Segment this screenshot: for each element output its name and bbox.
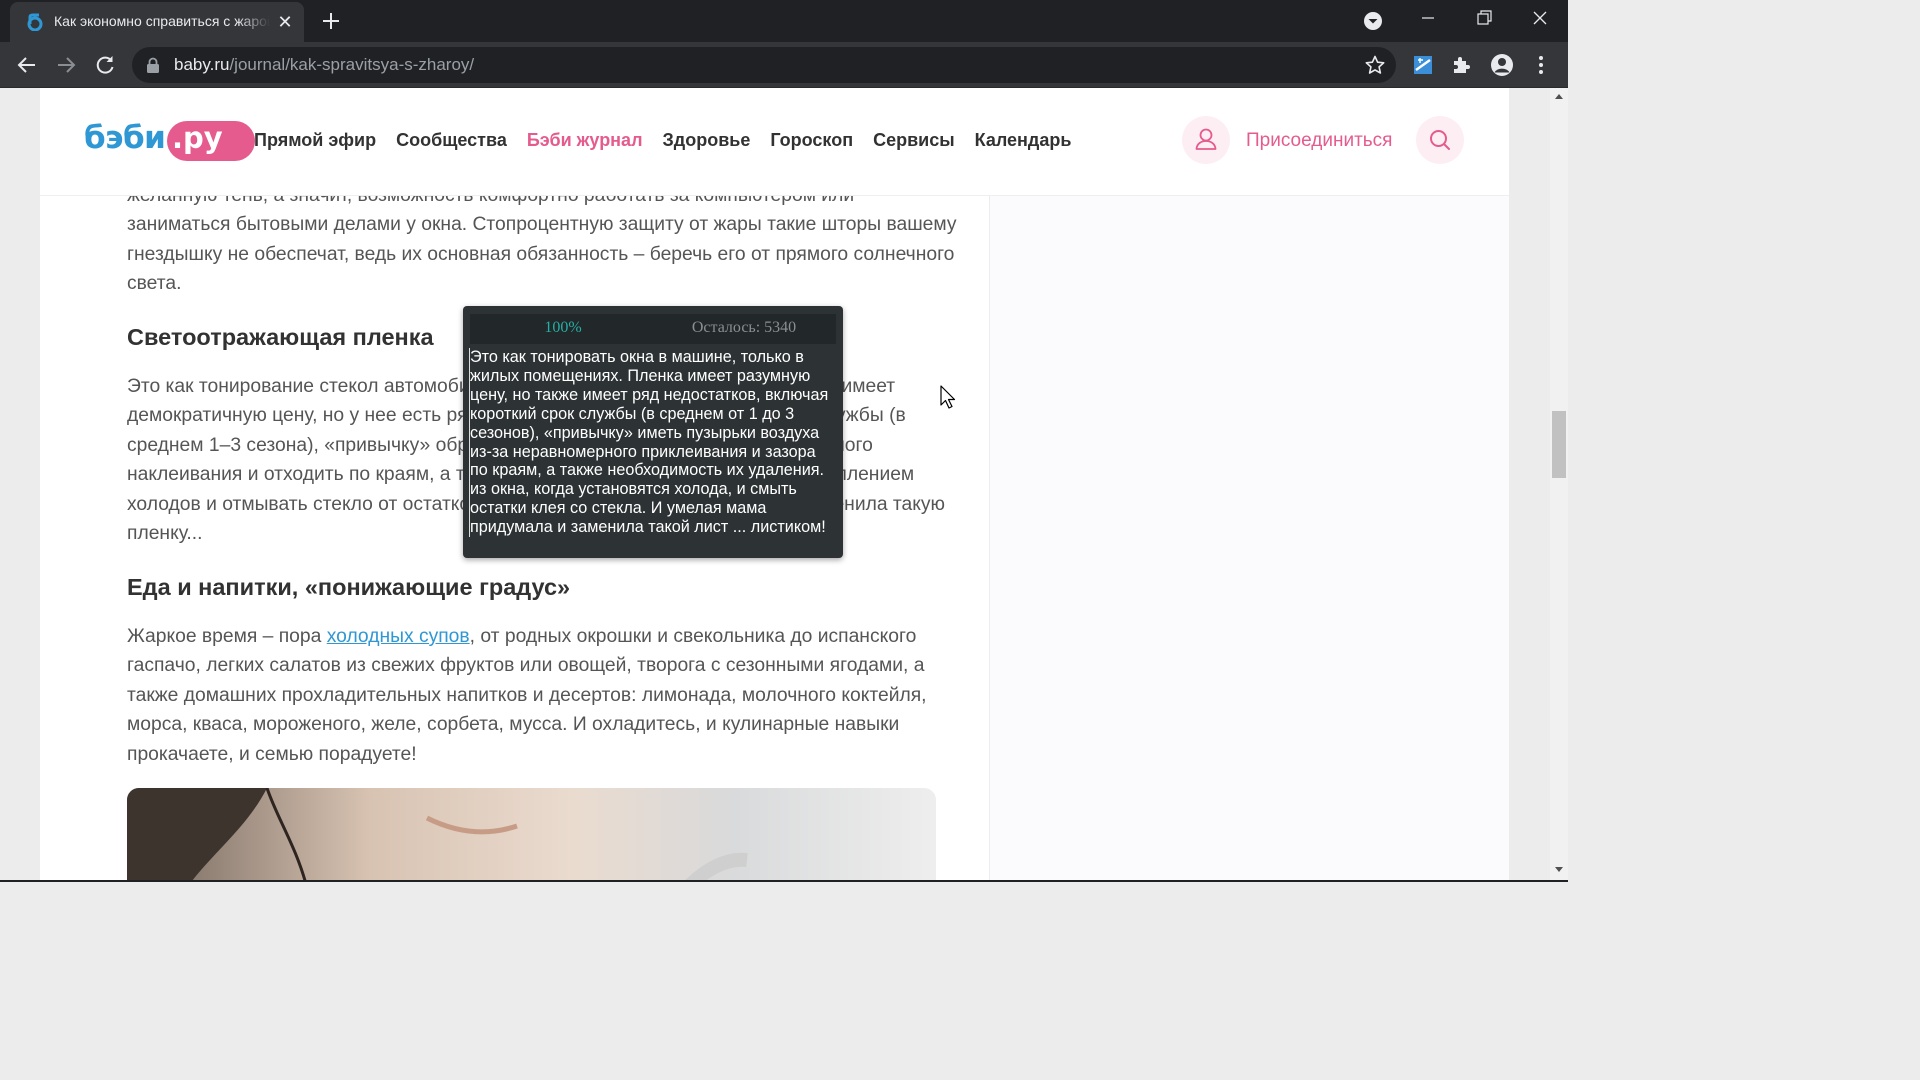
address-bar[interactable]: baby.ru/journal/kak-spravitsya-s-zharoy/ [132, 47, 1396, 83]
nav-health[interactable]: Здоровье [663, 130, 751, 154]
nav-calendar[interactable]: Календарь [975, 130, 1072, 154]
window-bottom-edge [0, 880, 1568, 882]
forward-icon[interactable] [52, 51, 80, 79]
nav-live[interactable]: Прямой эфир [254, 130, 376, 154]
restore-icon[interactable] [1456, 0, 1512, 36]
main-navigation: Прямой эфир Сообщества Бэби журнал Здоро… [254, 130, 1071, 154]
nav-communities[interactable]: Сообщества [396, 130, 507, 154]
food-text-start: Жаркое время – пора [127, 626, 327, 647]
lock-icon[interactable] [146, 57, 160, 73]
scroll-down-icon[interactable] [1554, 866, 1564, 874]
chrome-menu-icon[interactable] [1527, 51, 1555, 79]
reload-icon[interactable] [91, 51, 119, 79]
new-tab-icon[interactable] [318, 8, 344, 34]
url-text[interactable]: baby.ru/journal/kak-spravitsya-s-zharoy/ [174, 55, 474, 75]
baby-ru-favicon-icon [27, 13, 43, 31]
article-photo [127, 788, 936, 880]
tab-search-icon[interactable] [1361, 9, 1385, 33]
user-button[interactable] [1182, 116, 1230, 164]
overlay-text[interactable]: Это как тонировать окна в машине, только… [469, 348, 837, 538]
mouse-cursor-icon [940, 385, 956, 409]
overlay-remaining: Осталось: 5340 [691, 319, 797, 336]
nav-journal[interactable]: Бэби журнал [527, 130, 643, 154]
search-icon [1430, 130, 1450, 150]
overlay-progress: 100% [544, 319, 582, 336]
url-host: baby.ru [174, 55, 230, 74]
back-icon[interactable] [13, 51, 41, 79]
translate-extension-icon[interactable] [1409, 51, 1437, 79]
minimize-icon[interactable] [1400, 0, 1456, 36]
nav-horoscope[interactable]: Гороскоп [770, 130, 853, 154]
site-header: бэби .ру Прямой эфир Сообщества Бэби жур… [40, 88, 1509, 196]
logo-text: бэби [84, 120, 166, 156]
scroll-up-icon[interactable] [1554, 92, 1564, 100]
browser-toolbar: baby.ru/journal/kak-spravitsya-s-zharoy/ [0, 42, 1568, 88]
nav-services[interactable]: Сервисы [873, 130, 955, 154]
heading-reflective-film: Светоотражающая пленка [127, 324, 434, 350]
page-scrollbar[interactable] [1550, 88, 1568, 880]
logo-suffix: .ру [172, 121, 223, 155]
article-paragraph-food: Жаркое время – пора холодных супов, от р… [127, 622, 957, 769]
window-close-icon[interactable] [1512, 0, 1568, 36]
cold-soups-link[interactable]: холодных супов [327, 626, 470, 647]
url-path: /journal/kak-spravitsya-s-zharoy/ [229, 55, 475, 74]
tab-title: Как экономно справиться с жарой [54, 13, 270, 29]
overlay-status-bar: 100% Осталось: 5340 [470, 314, 836, 344]
article-paragraph-curtains: желанную тень, а значит, возможность ком… [127, 185, 957, 295]
woman-face-photo [127, 788, 936, 880]
paraphrase-overlay[interactable]: 100% Осталось: 5340 Это как тонировать о… [463, 306, 843, 558]
bookmark-star-icon[interactable] [1364, 54, 1386, 76]
tab-close-icon[interactable]: ✕ [274, 11, 296, 33]
right-sidebar [990, 196, 1509, 880]
scroll-thumb[interactable] [1552, 411, 1566, 478]
extensions-puzzle-icon[interactable] [1448, 51, 1476, 79]
search-button[interactable] [1416, 116, 1464, 164]
user-icon [1195, 128, 1217, 150]
join-link[interactable]: Присоединиться [1246, 130, 1392, 152]
profile-avatar-icon[interactable] [1488, 51, 1516, 79]
tab-bar: Как экономно справиться с жарой ✕ [0, 0, 1568, 42]
browser-tab[interactable]: Как экономно справиться с жарой ✕ [10, 2, 304, 42]
heading-food-drinks: Еда и напитки, «понижающие градус» [127, 574, 571, 600]
